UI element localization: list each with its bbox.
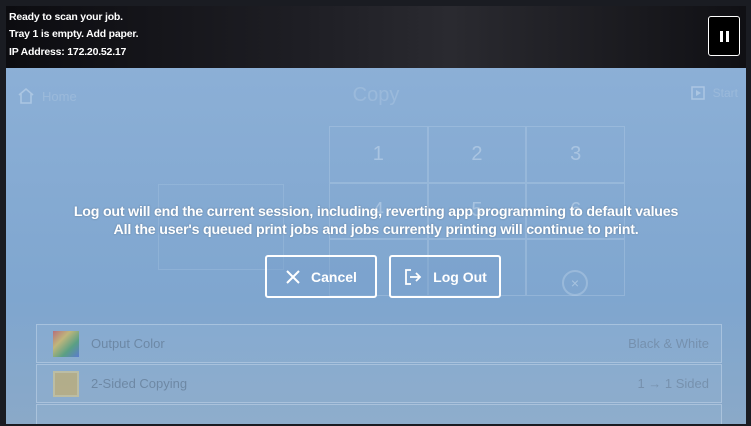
cancel-label: Cancel (311, 268, 357, 285)
pause-icon-bar (725, 30, 729, 42)
start-label: Start (712, 86, 738, 100)
output-color-icon (53, 330, 79, 357)
clear-icon: × (562, 270, 588, 296)
feature-name: 2-Sided Copying (91, 376, 188, 391)
feature-output-color: Output Color Black & White (36, 324, 722, 363)
feature-value: 1 → 1 Sided (637, 376, 709, 391)
pause-icon-bar (719, 30, 723, 42)
feature-row-partial (36, 404, 722, 424)
feature-2-sided-copying: 2-Sided Copying 1 → 1 Sided (36, 364, 722, 403)
2-sided-copying-icon (53, 370, 79, 397)
keypad-key-2: 2 (427, 126, 527, 183)
app-header: Home Copy Start (6, 68, 746, 124)
feature-list: Output Color Black & White 2-Sided Copyi… (36, 324, 722, 424)
status-bar: Ready to scan your job. Tray 1 is empty.… (6, 6, 746, 68)
printer-screen: Ready to scan your job. Tray 1 is empty.… (6, 6, 746, 424)
app-title: Copy (352, 84, 400, 106)
start-button[interactable]: Start (689, 84, 738, 102)
logout-button[interactable]: Log Out (389, 255, 501, 298)
cancel-button[interactable]: Cancel (265, 255, 377, 298)
logout-message-line2: All the user's queued print jobs and job… (113, 222, 639, 238)
status-ready: Ready to scan your job. (9, 11, 123, 23)
keypad-key-3: 3 (526, 126, 625, 183)
pause-button[interactable] (708, 16, 740, 56)
logout-icon (405, 268, 422, 285)
feature-name: Output Color (91, 336, 165, 351)
logout-message-line1: Log out will end the current session, in… (73, 204, 679, 220)
feature-value: Black & White (628, 336, 709, 351)
start-icon (690, 86, 705, 100)
close-icon (286, 269, 300, 284)
keypad-key-1: 1 (329, 126, 428, 183)
status-tray: Tray 1 is empty. Add paper. (9, 28, 139, 40)
status-ip: IP Address: 172.20.52.17 (9, 46, 127, 58)
logout-label: Log Out (433, 268, 487, 285)
